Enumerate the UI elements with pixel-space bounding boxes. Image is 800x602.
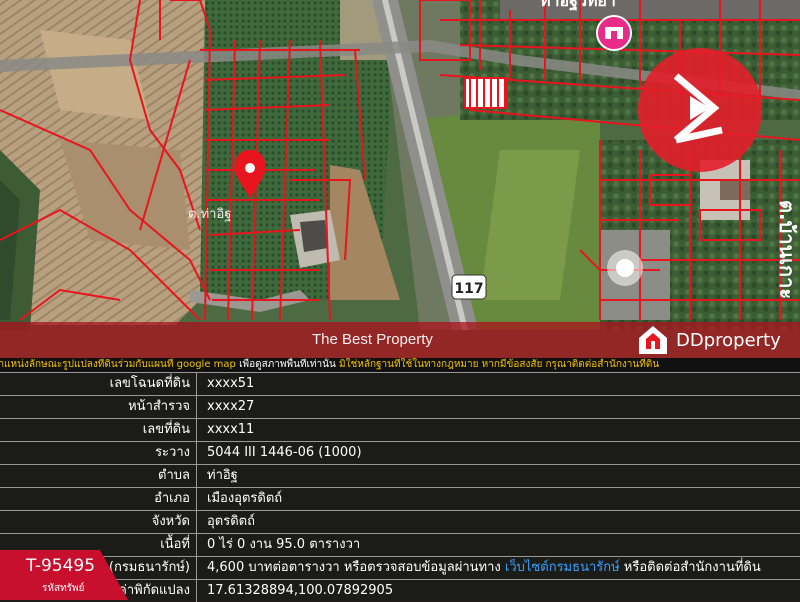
school-label: ท่าอิฐวิทยา	[540, 0, 616, 11]
row-label: เลขโฉนดที่ดิน	[109, 376, 190, 391]
watermark-text: The Best Property	[312, 331, 433, 348]
place-marker-icon	[607, 250, 643, 286]
row-value: xxxx11	[207, 422, 255, 437]
table-row: อำเภอ เมืองอุตรดิตถ์	[0, 487, 800, 510]
row-label: จังหวัด	[151, 514, 190, 529]
highway-shield-icon: 117	[451, 274, 487, 300]
bp-logo-icon	[673, 73, 723, 144]
listing-code-label: รหัสทรัพย์	[42, 583, 85, 594]
table-row: เลขโฉนดที่ดิน xxxx51	[0, 372, 800, 395]
table-row: จังหวัด อุตรดิตถ์	[0, 510, 800, 533]
row-value: อุตรดิตถ์	[207, 514, 255, 529]
notice-middle: เพื่อดูสภาพพื้นที่เท่านั้น	[239, 359, 339, 370]
row-value: เมืองอุตรดิตถ์	[207, 491, 283, 506]
row-label: ค่าพิกัดแปลง	[118, 583, 190, 598]
row-label: ระวาง	[155, 445, 190, 460]
table-row: หน้าสำรวจ xxxx27	[0, 395, 800, 418]
brand-badge	[638, 48, 762, 172]
row-value: 5044 III 1446-06 (1000)	[207, 445, 362, 460]
treasury-website-link[interactable]: เว็บไซต์กรมธนารักษ์	[505, 560, 620, 575]
legal-notice: ตำแหน่งลักษณะรูปแปลงที่ดินร่วมกับแผนที่ …	[0, 358, 800, 372]
ddproperty-logo[interactable]: DDproperty	[636, 322, 781, 358]
row-label: หน้าสำรวจ	[128, 399, 190, 414]
appraisal-suffix: หรือติดต่อสำนักงานที่ดิน	[619, 560, 761, 575]
notice-prefix: ตำแหน่งลักษณะรูปแปลงที่ดินร่วมกับแผนที่ …	[0, 359, 240, 370]
row-value: 4,600 บาทต่อตารางวา หรือตรวจสอบข้อมูลผ่า…	[207, 557, 761, 579]
row-value: ท่าอิฐ	[207, 468, 238, 483]
place-label: ต.ท่าอิฐ	[188, 207, 231, 222]
highway-number: 117	[454, 281, 483, 297]
notice-suffix: มิใช่หลักฐานที่ใช้ในทางกฎหมาย หากมีข้อสง…	[338, 359, 660, 370]
table-row: ระวาง 5044 III 1446-06 (1000)	[0, 441, 800, 464]
ddproperty-label: DDproperty	[676, 329, 781, 351]
row-label: เลขที่ดิน	[142, 422, 190, 437]
highlighted-parcel	[464, 77, 508, 109]
row-value: xxxx27	[207, 399, 255, 414]
row-label: เนื้อที่	[160, 537, 190, 552]
row-label: อำเภอ	[154, 491, 190, 506]
row-label: ตำบล	[158, 468, 190, 483]
school-icon[interactable]	[596, 15, 632, 51]
listing-code: T-95495	[26, 556, 96, 576]
table-row: ราคาประเมิน (กรมธนารักษ์) 4,600 บาทต่อตา…	[0, 556, 800, 579]
row-value: 0 ไร่ 0 งาน 95.0 ตารางวา	[207, 537, 361, 552]
property-details-table: เลขโฉนดที่ดิน xxxx51 หน้าสำรวจ xxxx27 เล…	[0, 372, 800, 602]
row-value: xxxx51	[207, 376, 255, 391]
table-row: เลขที่ดิน xxxx11	[0, 418, 800, 441]
coordinates-link[interactable]: 17.61328894,100.07892905	[207, 580, 393, 602]
table-row: เนื้อที่ 0 ไร่ 0 งาน 95.0 ตารางวา	[0, 533, 800, 556]
ddproperty-house-icon	[639, 326, 667, 354]
table-row: ตำบล ท่าอิฐ	[0, 464, 800, 487]
appraisal-text: 4,600 บาทต่อตารางวา หรือตรวจสอบข้อมูลผ่า…	[207, 560, 505, 575]
road-label: ต.บ้านเกาะ	[775, 200, 799, 299]
